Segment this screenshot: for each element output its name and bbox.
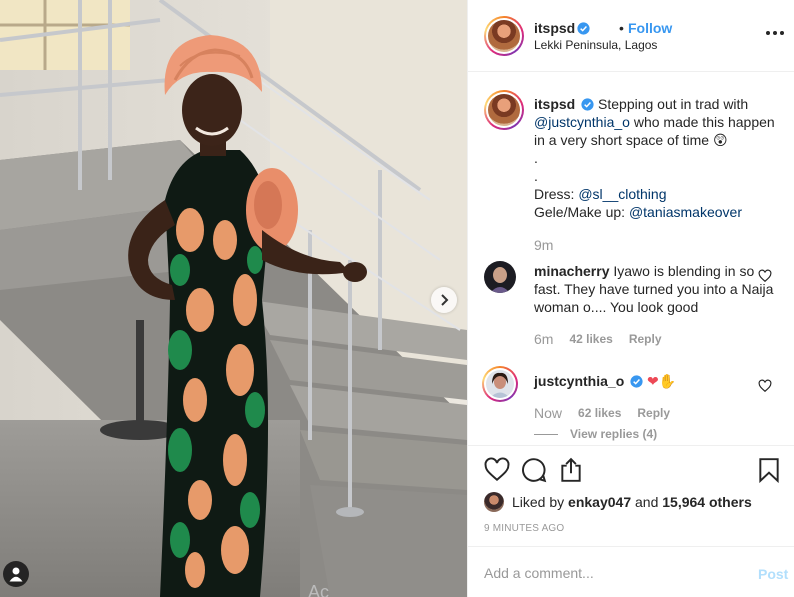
comment-like-heart-icon[interactable] (758, 269, 772, 283)
liked-by-user[interactable]: enkay047 (568, 494, 631, 510)
comment-likes[interactable]: 62 likes (578, 406, 621, 420)
caption-dress-label: Dress: (534, 186, 575, 202)
instagram-post-modal: itspsd • Follow Lekki Peninsula, Lagos i… (0, 0, 794, 597)
next-photo-button[interactable] (431, 287, 457, 313)
caption-gele-label: Gele/Make up: (534, 204, 626, 220)
user-tag-icon (9, 567, 23, 582)
view-replies-label: View replies (4) (570, 427, 658, 441)
comment-meta: Now 62 likes Reply (534, 405, 670, 421)
caption-username[interactable]: itspsd (534, 96, 575, 112)
comment-text: minacherry Iyawo is blending in so fast.… (534, 262, 780, 316)
post-photo[interactable] (0, 0, 467, 597)
comment-likes[interactable]: 42 likes (569, 332, 612, 346)
caption-author-avatar[interactable] (484, 90, 524, 130)
post-comment-button[interactable]: Post (758, 566, 788, 582)
comment-meta: 6m 42 likes Reply (534, 331, 662, 347)
action-bar: Liked by enkay047 and 15,964 others 9 MI… (468, 445, 794, 546)
caption-text-part: Stepping out in trad with (598, 96, 749, 112)
comment-like-heart-icon[interactable] (758, 379, 772, 393)
comment-input[interactable] (484, 561, 744, 585)
caption-dot: . (534, 168, 538, 184)
comment-reply-button[interactable]: Reply (629, 332, 662, 346)
post-side-panel: itspsd • Follow Lekki Peninsula, Lagos i… (467, 0, 794, 597)
replies-divider-line (534, 433, 558, 435)
view-replies-button[interactable]: View replies (4) (534, 427, 657, 441)
liked-by-and: and (635, 494, 659, 510)
caption-mention-justcynthia[interactable]: @justcynthia_o (534, 114, 630, 130)
more-options-icon[interactable] (764, 22, 786, 44)
user-tag-button[interactable] (3, 561, 29, 587)
comment-text: justcynthia_o ❤✋ (534, 372, 780, 390)
follow-button[interactable]: Follow (628, 20, 672, 36)
post-timestamp[interactable]: 9 MINUTES AGO (484, 523, 564, 534)
caption-text: itspsd Stepping out in trad with @justcy… (534, 95, 780, 221)
photo-scene (0, 0, 467, 597)
comment-reply-button[interactable]: Reply (637, 406, 670, 420)
author-username[interactable]: itspsd (534, 20, 590, 36)
comments-list[interactable]: itspsd Stepping out in trad with @justcy… (468, 73, 794, 445)
liked-by-others[interactable]: 15,964 others (662, 494, 752, 510)
comment-username[interactable]: minacherry (534, 263, 609, 279)
liker-avatar[interactable] (484, 492, 504, 512)
post-location[interactable]: Lekki Peninsula, Lagos (534, 38, 657, 52)
activation-watermark: Ac (308, 582, 330, 597)
caption-time[interactable]: 9m (534, 237, 553, 253)
caption-dot: . (534, 150, 538, 166)
next-arrow-icon (441, 294, 449, 306)
caption-mention-taniasmakeover[interactable]: @taniasmakeover (629, 204, 742, 220)
header-separator: • (619, 20, 624, 36)
comment-avatar[interactable] (482, 366, 518, 402)
comment-time[interactable]: 6m (534, 331, 553, 347)
liked-by-summary: Liked by enkay047 and 15,964 others (484, 492, 752, 512)
author-avatar[interactable] (484, 16, 524, 56)
comment-username[interactable]: justcynthia_o (534, 373, 624, 389)
comment-body: ❤✋ (647, 373, 677, 389)
liked-by-prefix: Liked by (512, 494, 565, 510)
comment-icon[interactable] (521, 457, 547, 483)
heart-icon[interactable] (484, 457, 510, 483)
verified-badge-icon (577, 22, 590, 35)
add-comment-bar: Post (468, 546, 794, 597)
verified-badge-icon (581, 98, 594, 111)
comment-time[interactable]: Now (534, 405, 562, 421)
comment-avatar[interactable] (484, 261, 516, 293)
caption-mention-sl-clothing[interactable]: @sl__clothing (578, 186, 666, 202)
post-header: itspsd • Follow Lekki Peninsula, Lagos (468, 0, 794, 72)
bookmark-icon[interactable] (756, 457, 782, 483)
verified-badge-icon (630, 375, 643, 388)
caption-meta: 9m (534, 237, 553, 253)
share-icon[interactable] (558, 457, 584, 483)
